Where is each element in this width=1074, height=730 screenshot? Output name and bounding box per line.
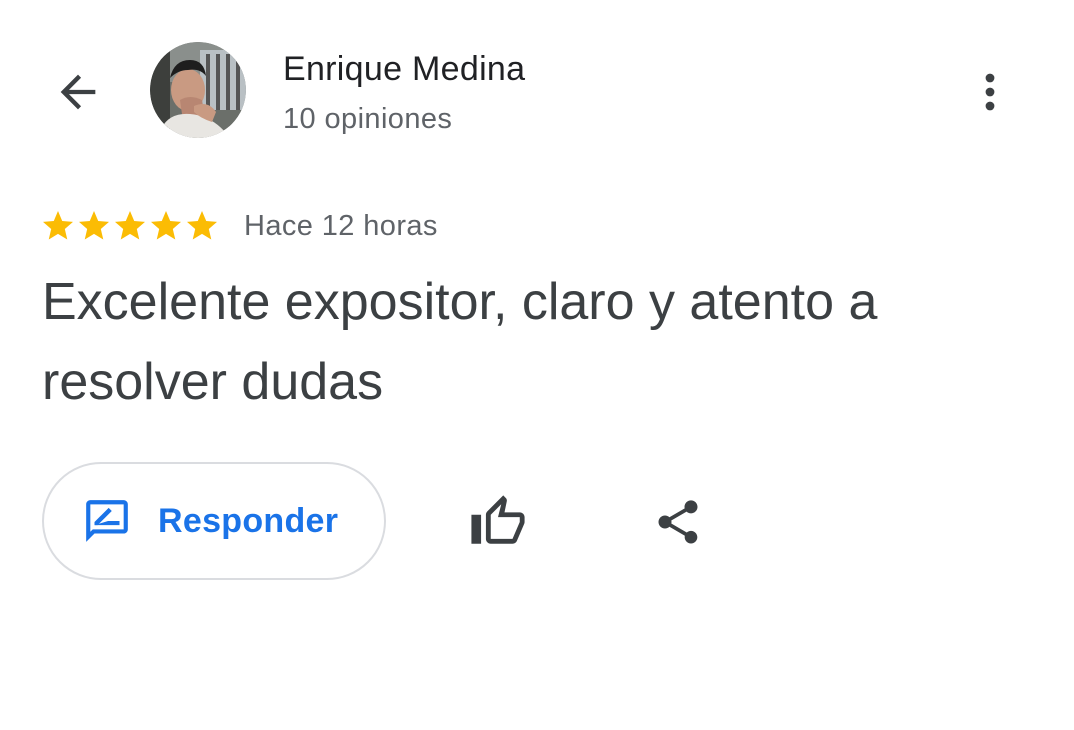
- like-button[interactable]: [466, 490, 530, 554]
- review-card: Enrique Medina 10 opiniones Hace 12 hora…: [0, 0, 1074, 730]
- reply-button[interactable]: Responder: [42, 462, 386, 580]
- star-icon: [151, 211, 181, 240]
- review-text: Excelente expositor, claro y atento a re…: [42, 273, 878, 411]
- share-button[interactable]: [646, 490, 710, 554]
- thumb-up-outline-icon: [471, 495, 525, 544]
- avatar-photo: [150, 42, 246, 138]
- star-icon: [187, 211, 217, 240]
- star-icon: [115, 211, 145, 240]
- review-count[interactable]: 10 opiniones: [283, 103, 452, 136]
- star-icon: [79, 211, 109, 240]
- arrow-back-icon: [60, 74, 96, 110]
- reply-label: Responder: [158, 501, 339, 540]
- more-vert-icon: [985, 73, 995, 111]
- author-name[interactable]: Enrique Medina: [283, 50, 525, 89]
- review-time: Hace 12 horas: [244, 209, 438, 242]
- share-icon: [658, 500, 698, 544]
- star-icon: [43, 211, 73, 240]
- star-rating: [40, 208, 220, 244]
- more-options-button[interactable]: [966, 62, 1014, 122]
- rating-row: Hace 12 horas: [40, 206, 438, 246]
- avatar[interactable]: [150, 42, 246, 138]
- back-button[interactable]: [48, 62, 108, 122]
- rate-review-icon: [82, 496, 132, 546]
